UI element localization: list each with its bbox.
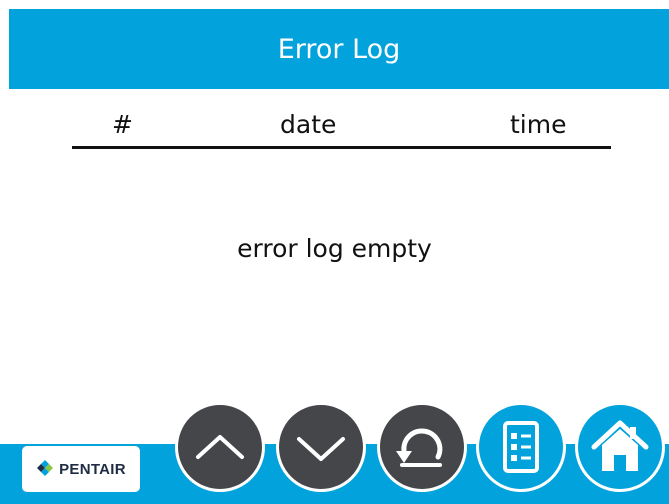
checklist-icon <box>503 421 539 473</box>
scroll-down-button[interactable] <box>276 402 366 492</box>
scroll-up-button[interactable] <box>175 402 265 492</box>
chevron-up-icon <box>196 435 244 459</box>
pentair-logo: PENTAIR <box>22 446 140 492</box>
checklist-button[interactable] <box>476 402 566 492</box>
header-divider <box>72 146 611 149</box>
error-log-screen: Error Log # date time error log empty PE… <box>0 0 669 504</box>
column-header-number: # <box>112 110 133 139</box>
chevron-down-icon <box>297 437 345 461</box>
empty-log-message: error log empty <box>237 234 432 263</box>
home-icon <box>591 420 649 471</box>
column-header-date: date <box>280 110 337 139</box>
home-button[interactable] <box>575 402 665 492</box>
logo-text: PENTAIR <box>59 460 126 478</box>
column-header-time: time <box>510 110 567 139</box>
page-title: Error Log <box>277 33 401 65</box>
pentair-logo-mark-icon <box>37 460 54 476</box>
title-bar: Error Log <box>9 9 669 89</box>
back-arrow-icon <box>396 428 443 467</box>
back-button[interactable] <box>377 402 467 492</box>
